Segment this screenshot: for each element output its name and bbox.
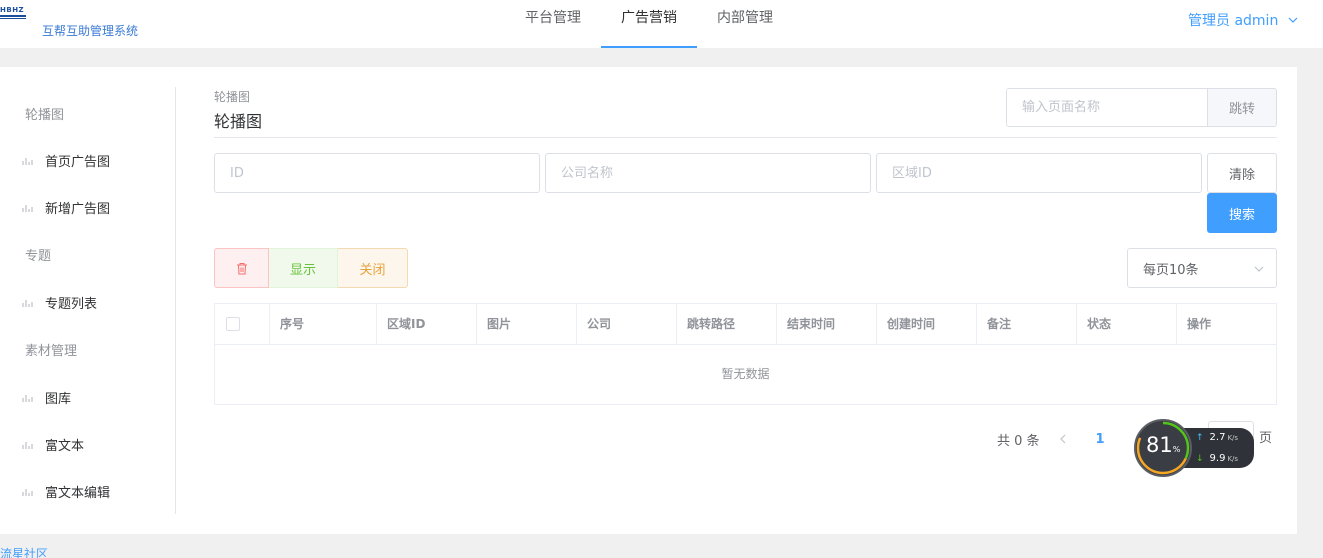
app-title: 互帮互助管理系统	[42, 24, 139, 38]
column-header[interactable]: 公司	[577, 304, 677, 345]
sidebar-group-materials: 素材管理	[25, 344, 78, 359]
total-count: 共 0 条	[997, 433, 1040, 449]
top-nav: 平台管理 广告营销 内部管理	[505, 0, 793, 48]
page-name-input[interactable]	[1007, 89, 1207, 126]
empty-state: 暂无数据	[721, 367, 770, 381]
pagination: 共 0 条 1	[997, 425, 1105, 453]
chevron-down-icon	[1288, 17, 1298, 23]
select-all-checkbox[interactable]	[226, 317, 240, 331]
column-header[interactable]: 图片	[477, 304, 577, 345]
company-name-input[interactable]	[545, 153, 871, 193]
community-link[interactable]: 流星社区	[0, 545, 48, 558]
sidebar-item-home-ad[interactable]: 首页广告图	[22, 151, 110, 170]
breadcrumb[interactable]: 轮播图	[214, 88, 250, 105]
arrow-up-icon: ↑	[1196, 432, 1204, 443]
bar-chart-icon	[22, 299, 33, 307]
delete-button[interactable]	[214, 248, 269, 288]
column-header[interactable]: 序号	[270, 304, 377, 345]
data-table: 序号 区域ID 图片 公司 跳转路径 结束时间 创建时间 备注 状态 操作 暂无…	[214, 303, 1277, 405]
page-title: 轮播图	[214, 112, 263, 131]
page-jump: 跳转	[1006, 88, 1277, 127]
user-label: 管理员 admin	[1188, 13, 1279, 29]
id-input[interactable]	[214, 153, 540, 193]
chevron-down-icon	[1254, 266, 1264, 272]
page-number[interactable]: 1	[1096, 432, 1105, 447]
region-id-input[interactable]	[876, 153, 1202, 193]
search-button[interactable]: 搜索	[1207, 193, 1277, 233]
sidebar-item-new-ad[interactable]: 新增广告图	[22, 198, 110, 217]
divider	[214, 137, 1277, 138]
table-header: 序号 区域ID 图片 公司 跳转路径 结束时间 创建时间 备注 状态 操作	[215, 304, 1276, 345]
user-menu[interactable]: 管理员 admin	[1188, 10, 1298, 30]
network-speed-widget[interactable]: 81% ↑ 2.7 K/s ↓ 9.9 K/s	[1134, 419, 1254, 479]
sidebar-item-label: 图库	[45, 392, 72, 407]
sidebar-item-gallery[interactable]: 图库	[22, 388, 71, 407]
page-size-value: 每页10条	[1143, 262, 1199, 278]
jump-button[interactable]: 跳转	[1207, 89, 1276, 126]
tab-internal-management[interactable]: 内部管理	[697, 0, 793, 48]
bar-chart-icon	[22, 441, 33, 449]
sidebar-item-topic-list[interactable]: 专题列表	[22, 293, 97, 312]
sidebar-group-carousel: 轮播图	[25, 108, 65, 123]
arrow-down-icon: ↓	[1196, 453, 1204, 464]
select-all-cell	[215, 304, 270, 345]
page-size-select[interactable]: 每页10条	[1127, 248, 1277, 288]
download-speed: ↓ 9.9 K/s	[1196, 453, 1239, 464]
trash-icon	[236, 262, 247, 274]
close-button[interactable]: 关闭	[338, 248, 408, 288]
bar-chart-icon	[22, 488, 33, 496]
column-header[interactable]: 区域ID	[377, 304, 477, 345]
content-card: 轮播图 首页广告图 新增广告图 专题 专题列表 素材管理 图库 富文本 富文本编…	[0, 67, 1297, 534]
column-header[interactable]: 结束时间	[777, 304, 877, 345]
sidebar-item-label: 富文本编辑	[45, 486, 111, 501]
sidebar: 轮播图 首页广告图 新增广告图 专题 专题列表 素材管理 图库 富文本 富文本编…	[0, 87, 176, 514]
column-header[interactable]: 跳转路径	[677, 304, 777, 345]
sidebar-item-label: 富文本	[45, 439, 85, 454]
logo-mark: HBHZ	[0, 6, 30, 20]
sidebar-item-label: 首页广告图	[45, 155, 111, 170]
show-button[interactable]: 显示	[269, 248, 338, 288]
sidebar-item-rich-text[interactable]: 富文本	[22, 435, 84, 454]
clear-button[interactable]: 清除	[1207, 153, 1277, 193]
tab-ad-marketing[interactable]: 广告营销	[601, 0, 697, 48]
top-header: HBHZ 互帮互助管理系统 平台管理 广告营销 内部管理 管理员 admin	[0, 0, 1323, 48]
upload-speed: ↑ 2.7 K/s	[1196, 432, 1239, 443]
action-button-group: 显示 关闭	[214, 248, 408, 288]
bar-chart-icon	[22, 204, 33, 212]
sidebar-item-label: 专题列表	[45, 297, 98, 312]
column-header[interactable]: 操作	[1177, 304, 1276, 345]
sidebar-item-rich-text-editor[interactable]: 富文本编辑	[22, 482, 110, 501]
bar-chart-icon	[22, 394, 33, 402]
chevron-left-icon[interactable]	[1058, 434, 1068, 444]
sidebar-group-topics: 专题	[25, 249, 52, 264]
sidebar-item-label: 新增广告图	[45, 202, 111, 217]
column-header[interactable]: 状态	[1077, 304, 1177, 345]
tab-platform-management[interactable]: 平台管理	[505, 0, 601, 48]
column-header[interactable]: 创建时间	[877, 304, 977, 345]
column-header[interactable]: 备注	[977, 304, 1077, 345]
usage-percent: 81%	[1146, 433, 1181, 457]
goto-suffix: 页	[1259, 431, 1273, 446]
bar-chart-icon	[22, 157, 33, 165]
